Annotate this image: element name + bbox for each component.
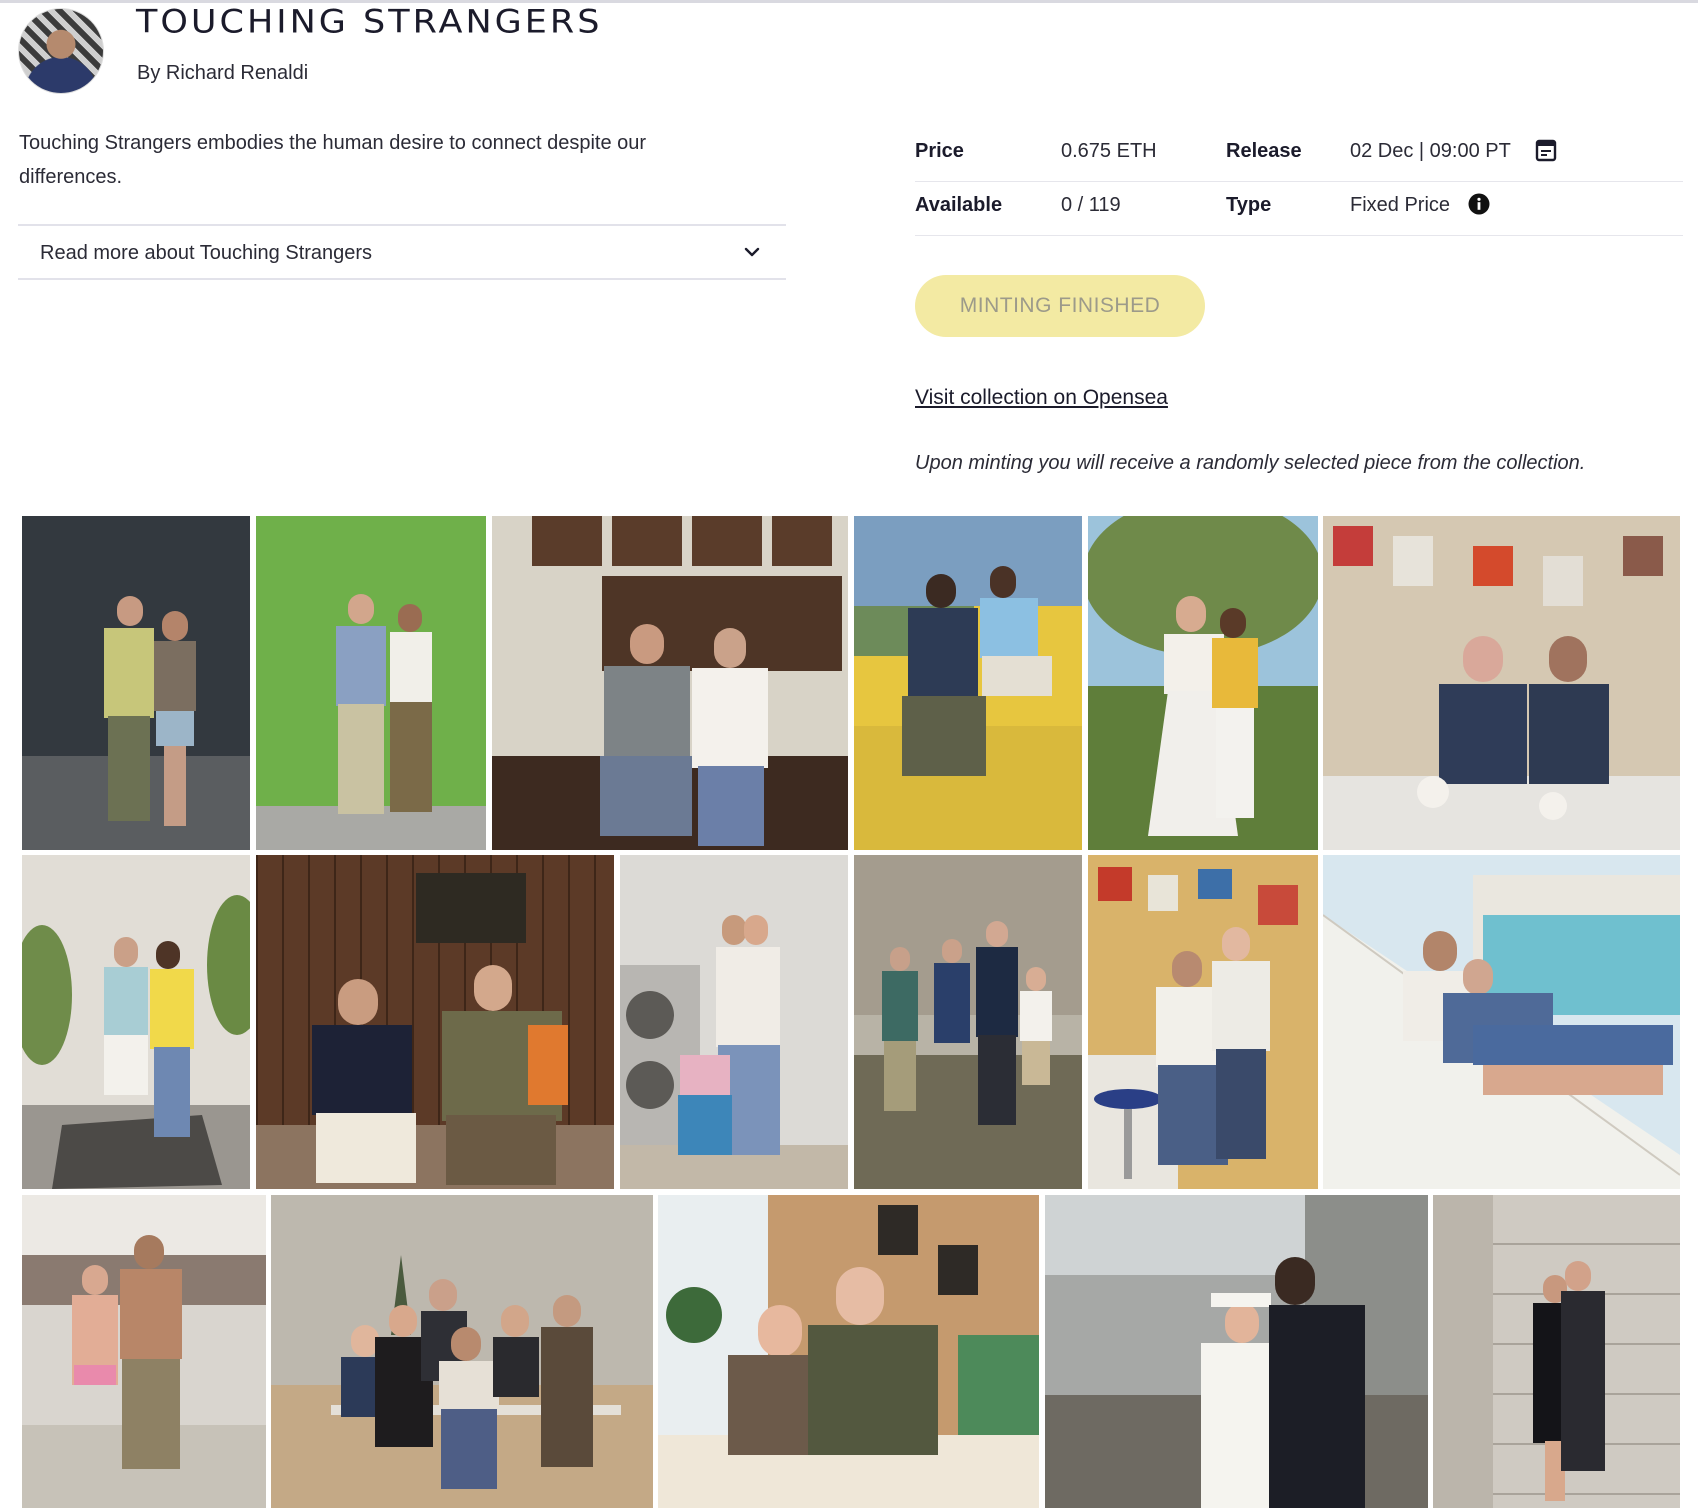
available-label: Available [915, 194, 1003, 216]
gallery-photo[interactable] [22, 516, 250, 850]
gallery-photo[interactable] [271, 1195, 653, 1508]
release-value: 02 Dec | 09:00 PT [1350, 140, 1511, 162]
info-row-price: Price 0.675 ETH Release 02 Dec | 09:00 P… [915, 128, 1683, 182]
gallery-photo[interactable] [854, 516, 1082, 850]
collection-description: Touching Strangers embodies the human de… [19, 132, 647, 188]
gallery-photo[interactable] [1088, 516, 1318, 850]
gallery-photo[interactable] [854, 855, 1082, 1189]
read-more-label: Read more about Touching Strangers [40, 242, 373, 264]
info-row-available: Available 0 / 119 Type Fixed Price [915, 182, 1683, 236]
artist-avatar[interactable] [18, 8, 104, 94]
opensea-collection-link[interactable]: Visit collection on Opensea [915, 386, 1168, 410]
artist-byline[interactable]: By Richard Renaldi [137, 62, 308, 85]
gallery-photo[interactable] [1433, 1195, 1680, 1508]
gallery-photo[interactable] [22, 855, 250, 1189]
calendar-icon[interactable] [1535, 138, 1557, 162]
collection-title: TOUCHING STRANGERS [136, 4, 603, 41]
type-label: Type [1226, 194, 1272, 216]
gallery-photo[interactable] [256, 855, 614, 1189]
mint-note: Upon minting you will receive a randomly… [915, 452, 1586, 474]
chevron-down-icon [744, 247, 760, 257]
gallery-photo[interactable] [22, 1195, 266, 1508]
gallery-photo[interactable] [492, 516, 848, 850]
price-label: Price [915, 140, 964, 162]
gallery-photo[interactable] [620, 855, 848, 1189]
gallery-photo[interactable] [1323, 855, 1680, 1189]
available-value: 0 / 119 [1061, 194, 1121, 216]
top-divider [0, 0, 1698, 3]
read-more-accordion[interactable]: Read more about Touching Strangers [18, 224, 786, 280]
price-value: 0.675 ETH [1061, 140, 1157, 162]
info-icon[interactable] [1468, 193, 1490, 215]
gallery-photo[interactable] [256, 516, 486, 850]
gallery-photo[interactable] [1045, 1195, 1428, 1508]
type-value: Fixed Price [1350, 194, 1451, 216]
release-label: Release [1226, 140, 1302, 162]
sale-info-table: Price 0.675 ETH Release 02 Dec | 09:00 P… [915, 128, 1683, 236]
minting-finished-button[interactable]: MINTING FINISHED [915, 275, 1205, 337]
gallery-photo[interactable] [658, 1195, 1039, 1508]
gallery-photo[interactable] [1323, 516, 1680, 850]
gallery-photo[interactable] [1088, 855, 1318, 1189]
